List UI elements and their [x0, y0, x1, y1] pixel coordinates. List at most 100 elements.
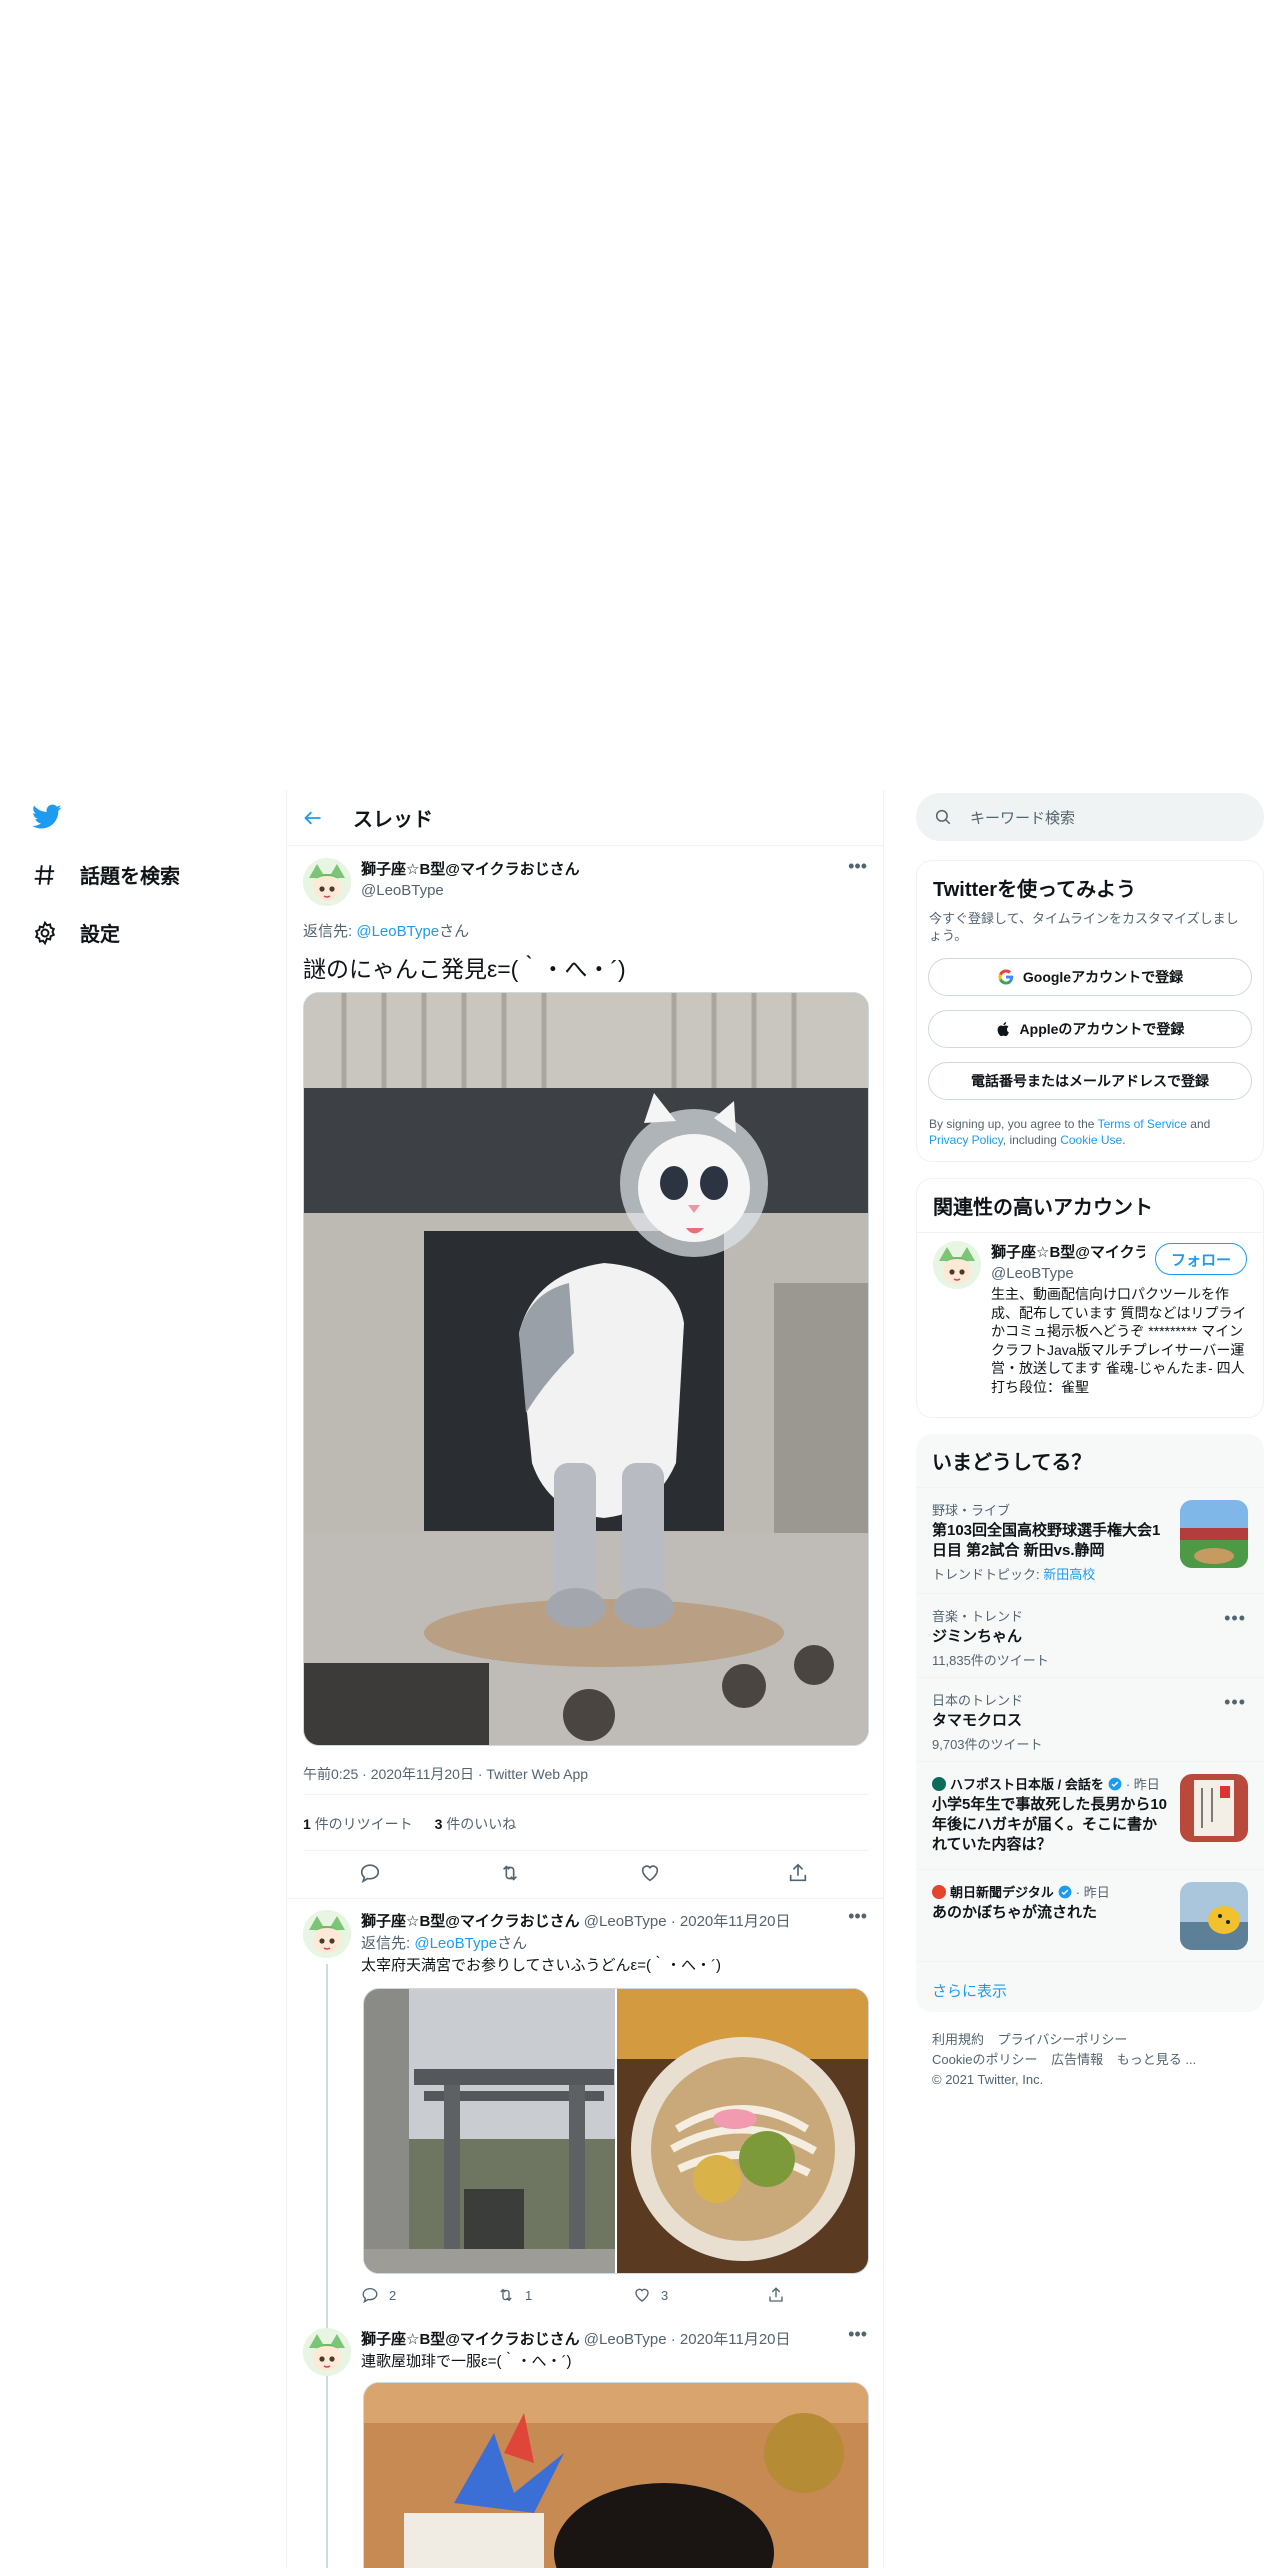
trend-item[interactable]: 音楽・トレンド ジミンちゃん 11,835件のツイート •••: [916, 1593, 1264, 1677]
reply-to-link[interactable]: @LeoBType: [356, 923, 439, 940]
related-accounts-card: 関連性の高いアカウント 獅子座☆B型@マイクラおじさん @LeoBType フォ…: [916, 1178, 1264, 1418]
privacy-link[interactable]: Privacy Policy: [929, 1133, 1003, 1147]
reply-1-avatar[interactable]: [303, 1910, 351, 1958]
search-icon: [934, 808, 952, 826]
tweet-date[interactable]: · 2020年11月20日: [671, 1913, 791, 1930]
main-tweet-photo[interactable]: [303, 992, 869, 1746]
google-icon: [997, 968, 1015, 986]
more-icon[interactable]: •••: [848, 2324, 867, 2345]
avatar: [303, 858, 351, 906]
google-signup-label: Googleアカウントで登録: [1022, 969, 1184, 985]
trends-card: いまどうしてる？ 野球・ライブ 第103回全国高校野球選手権大会1日目 第2試合…: [916, 1434, 1264, 2012]
footer: 利用規約 プライバシーポリシー Cookieのポリシー 広告情報 もっと見る .…: [932, 2030, 1252, 2090]
nav-settings[interactable]: 設定: [32, 918, 120, 947]
display-name[interactable]: 獅子座☆B型@マイクラおじさん: [361, 1913, 580, 1930]
reply-1-photos: [363, 1988, 869, 2274]
main-tweet-timestamp[interactable]: 午前0:25 · 2020年11月20日 · Twitter Web App: [303, 1764, 588, 1784]
twitter-logo[interactable]: [32, 804, 62, 830]
search-box[interactable]: キーワード検索: [916, 793, 1264, 841]
signup-legal: By signing up, you agree to the Terms of…: [917, 1100, 1263, 1148]
reply-1-share-button[interactable]: [767, 2286, 785, 2304]
google-signup-button[interactable]: Googleアカウントで登録: [928, 958, 1252, 996]
share-button[interactable]: [787, 1862, 809, 1884]
news-source: ハフポスト日本版 / 会話を: [950, 1777, 1104, 1792]
footer-link[interactable]: もっと見る ...: [1117, 2052, 1196, 2067]
main-tweet-avatar[interactable]: [303, 858, 351, 906]
pumpkin-thumbnail: [1180, 1882, 1248, 1950]
retweet-label: 件のリツイート: [314, 1816, 413, 1832]
trend-topic-link[interactable]: 新田高校: [1043, 1567, 1095, 1582]
related-account-info[interactable]: 獅子座☆B型@マイクラおじさん @LeoBType: [991, 1241, 1145, 1282]
footer-link[interactable]: プライバシーポリシー: [998, 2032, 1128, 2047]
trend-sub-prefix: トレンドトピック:: [932, 1567, 1040, 1582]
reply-count: 2: [389, 2287, 397, 2303]
trend-item[interactable]: 野球・ライブ 第103回全国高校野球選手権大会1日目 第2試合 新田vs.静岡 …: [916, 1487, 1264, 1593]
trend-sub: 11,835件のツイート: [932, 1653, 1049, 1668]
more-icon[interactable]: •••: [848, 856, 867, 877]
phone-signup-button[interactable]: 電話番号またはメールアドレスで登録: [928, 1062, 1252, 1100]
udon-photo[interactable]: [617, 1989, 868, 2273]
reply-button[interactable]: [359, 1862, 381, 1884]
reply-1-text: 太宰府天満宮でお参りしてさいふうどんε=(｀・へ・´): [361, 1957, 721, 1974]
show-more-link[interactable]: さらに表示: [916, 1961, 1264, 2012]
reply-suffix: さん: [439, 923, 470, 940]
news-item[interactable]: 朝日新聞デジタル · 昨日 あのかぼちゃが流された: [916, 1869, 1264, 1961]
news-source: 朝日新聞デジタル: [950, 1885, 1054, 1900]
legal-text: .: [1122, 1133, 1126, 1147]
trend-meta: 日本のトレンド: [932, 1693, 1024, 1708]
apple-signup-button[interactable]: Appleのアカウントで登録: [928, 1010, 1252, 1048]
nav-explore[interactable]: 話題を検索: [32, 860, 180, 889]
back-arrow-icon[interactable]: [303, 808, 323, 828]
retweet-count: 1: [525, 2287, 533, 2303]
like-stat[interactable]: 3 件のいいね: [435, 1816, 517, 1832]
trend-item[interactable]: 日本のトレンド タマモクロス 9,703件のツイート •••: [916, 1677, 1264, 1761]
reply-2-header: 獅子座☆B型@マイクラおじさん @LeoBType · 2020年11月20日: [361, 2328, 791, 2349]
trend-name: タマモクロス: [932, 1712, 1023, 1729]
more-icon[interactable]: •••: [1224, 1608, 1246, 1629]
news-headline: 小学5年生で事故死した長男から10年後にハガキが届く。そこに書かれていた内容は？: [932, 1796, 1168, 1853]
reply-1-reply-to: 返信先: @LeoBTypeさん: [361, 1932, 527, 1953]
reply-prefix: 返信先:: [303, 923, 353, 940]
like-button[interactable]: [639, 1862, 661, 1884]
apple-icon: [996, 1020, 1012, 1038]
reply-to-link[interactable]: @LeoBType: [414, 1935, 497, 1952]
reply-2-text: 連歌屋珈琲で一服ε=(｀・へ・´): [361, 2353, 572, 2370]
verified-badge-icon: [1058, 1885, 1072, 1899]
terms-link[interactable]: Terms of Service: [1098, 1117, 1187, 1131]
reply-1-reply-button[interactable]: 2: [361, 2286, 396, 2304]
baseball-stadium-thumbnail: [1180, 1500, 1248, 1568]
follow-button[interactable]: フォロー: [1155, 1243, 1247, 1275]
display-name[interactable]: 獅子座☆B型@マイクラおじさん: [361, 2331, 580, 2348]
more-icon[interactable]: •••: [1224, 1692, 1246, 1713]
main-tweet-text: 謎のにゃんこ発見ε=(｀・へ・´): [303, 956, 626, 982]
retweet-button[interactable]: [499, 1862, 521, 1884]
footer-link[interactable]: 利用規約: [932, 2032, 984, 2047]
legal-text: , including: [1002, 1133, 1057, 1147]
tweet-date[interactable]: · 2020年11月20日: [671, 2331, 791, 2348]
retweet-stat[interactable]: 1 件のリツイート: [303, 1816, 413, 1832]
avatar: [303, 2328, 351, 2376]
share-icon: [767, 2286, 785, 2304]
cafe-photo[interactable]: [363, 2382, 869, 2568]
footer-link[interactable]: 広告情報: [1051, 2052, 1103, 2067]
footer-link[interactable]: Cookieのポリシー: [932, 2052, 1037, 2067]
thread-connector-line: [326, 2382, 328, 2568]
retweet-icon: [497, 2286, 515, 2304]
reply-1-like-button[interactable]: 3: [633, 2286, 668, 2304]
apple-signup-label: Appleのアカウントで登録: [1019, 1021, 1185, 1037]
related-avatar[interactable]: [933, 1241, 981, 1289]
signup-title: Twitterを使ってみよう: [933, 879, 1137, 901]
reply-1-retweet-button[interactable]: 1: [497, 2286, 532, 2304]
news-item[interactable]: ハフポスト日本版 / 会話を · 昨日 小学5年生で事故死した長男から10年後に…: [916, 1761, 1264, 1869]
main-tweet-author[interactable]: 獅子座☆B型@マイクラおじさん @LeoBType: [361, 858, 580, 899]
cookie-link[interactable]: Cookie Use: [1060, 1133, 1122, 1147]
torii-photo[interactable]: [364, 1989, 615, 2273]
more-icon[interactable]: •••: [848, 1906, 867, 1927]
like-label: 件のいいね: [446, 1816, 517, 1832]
avatar: [303, 1910, 351, 1958]
reply-2-avatar[interactable]: [303, 2328, 351, 2376]
display-name: 獅子座☆B型@マイクラおじさん: [991, 1244, 1145, 1261]
show-more-label: さらに表示: [932, 1983, 1008, 2000]
verified-badge-icon: [1108, 1777, 1122, 1791]
follow-label: フォロー: [1170, 1251, 1231, 1269]
